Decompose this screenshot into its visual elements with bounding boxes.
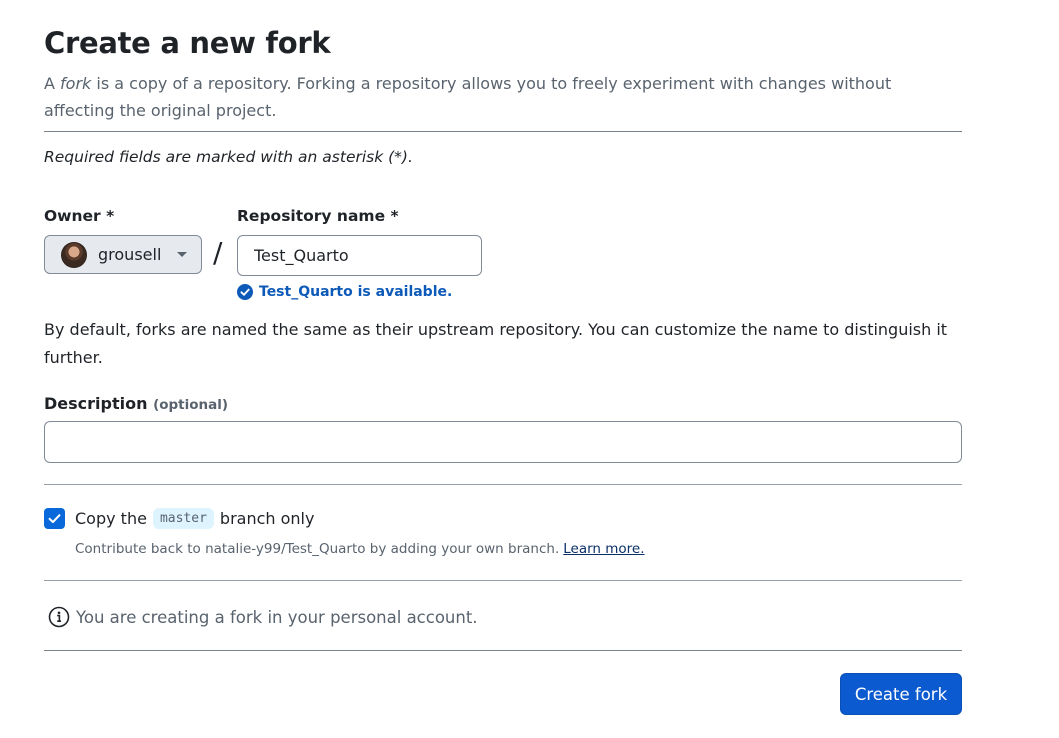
footer-divider [44,650,962,651]
owner-select-button[interactable]: grousell [44,235,202,274]
options-divider [44,580,962,581]
copy-branch-option: Copy the master branch only [44,508,314,529]
contribute-text: Contribute back to natalie-y99/Test_Quar… [75,541,560,557]
header-divider [44,131,962,132]
checkmark-icon [48,514,61,524]
owner-avatar [61,241,87,268]
owner-label: Owner * [44,207,115,225]
page-title: Create a new fork [44,26,331,60]
info-icon [48,606,70,628]
page-subtitle: A fork is a copy of a repository. Forkin… [44,70,944,124]
contribute-note: Contribute back to natalie-y99/Test_Quar… [75,541,645,557]
description-label: Description (optional) [44,394,228,413]
copy-branch-checkbox[interactable] [44,508,65,529]
learn-more-link[interactable]: Learn more. [563,541,644,557]
naming-hint: By default, forks are named the same as … [44,320,948,367]
branch-name-code: master [152,508,214,529]
create-fork-page: Create a new fork A fork is a copy of a … [0,0,1059,738]
description-divider [44,484,962,485]
owner-name: grousell [98,245,162,264]
repository-name-label: Repository name * [237,207,399,225]
subtitle-emphasis: fork [60,74,92,93]
availability-text: Test_Quarto is available. [259,284,453,300]
chevron-down-icon [177,252,188,257]
required-fields-note: Required fields are marked with an aster… [44,148,413,166]
description-label-text: Description [44,394,148,413]
subtitle-prefix: A [44,74,61,93]
optional-tag: (optional) [153,397,229,413]
personal-account-notice: You are creating a fork in your personal… [48,606,478,628]
repository-name-input[interactable] [237,235,482,276]
availability-message: Test_Quarto is available. [237,284,452,300]
subtitle-rest: is a copy of a repository. Forking a rep… [44,74,892,120]
info-text: You are creating a fork in your personal… [76,607,478,627]
check-circle-icon [237,284,253,300]
copy-branch-prefix: Copy the [75,509,147,528]
owner-repo-separator: / [213,236,223,269]
copy-branch-suffix: branch only [219,509,315,528]
create-fork-button[interactable]: Create fork [840,673,962,715]
description-input[interactable] [44,421,962,463]
